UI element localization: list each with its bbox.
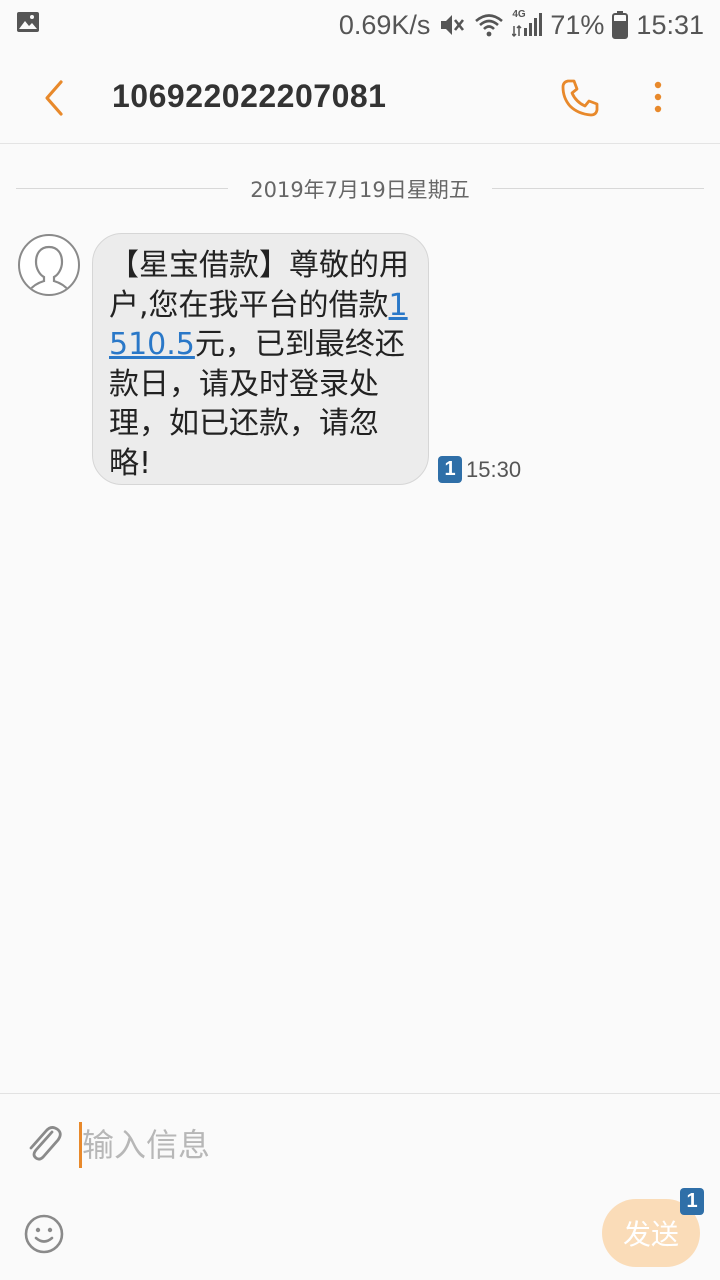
- messaging-screen: 0.69K/s 4G 71% 15:31 106922022207081 201…: [0, 0, 720, 1280]
- call-button[interactable]: [558, 76, 602, 120]
- paperclip-icon: [29, 1126, 62, 1161]
- attach-button[interactable]: [22, 1122, 66, 1166]
- back-arrow-icon: [45, 80, 63, 116]
- date-label: 2019年7月19日星期五: [250, 178, 470, 202]
- clock: 15:31: [636, 9, 704, 40]
- wifi-icon: [474, 13, 504, 37]
- send-sim-badge: 1: [680, 1188, 704, 1215]
- signal-icon: 4G: [512, 9, 543, 38]
- more-vertical-icon: [654, 81, 662, 113]
- emoji-button[interactable]: [22, 1212, 66, 1256]
- more-options-button[interactable]: [642, 76, 674, 120]
- battery-percent: 71%: [550, 9, 605, 40]
- mute-icon: [438, 12, 466, 38]
- contact-avatar[interactable]: [18, 234, 80, 296]
- message-time: 15:30: [466, 457, 522, 482]
- conversation-header: 106922022207081: [0, 50, 720, 144]
- contact-number: 106922022207081: [112, 78, 387, 114]
- status-bar: 0.69K/s 4G 71% 15:31: [0, 0, 720, 50]
- phone-icon: [561, 79, 599, 117]
- emoji-icon: [24, 1214, 64, 1254]
- sim-badge: 1: [438, 456, 462, 483]
- image-icon: [16, 10, 40, 41]
- back-button[interactable]: [36, 76, 76, 120]
- battery-icon: [612, 11, 629, 39]
- message-bubble[interactable]: 【星宝借款】尊敬的用户,您在我平台的借款1510.5元，已到最终还款日，请及时登…: [92, 233, 429, 485]
- date-divider: 2019年7月19日星期五: [16, 172, 704, 208]
- person-icon: [28, 245, 70, 292]
- message-input[interactable]: [82, 1120, 582, 1170]
- message-composer: 发送 1: [0, 1093, 720, 1280]
- network-speed: 0.69K/s: [338, 9, 431, 40]
- message-text: 【星宝借款】尊敬的用户,您在我平台的借款1510.5元，已到最终还款日，请及时登…: [109, 248, 409, 481]
